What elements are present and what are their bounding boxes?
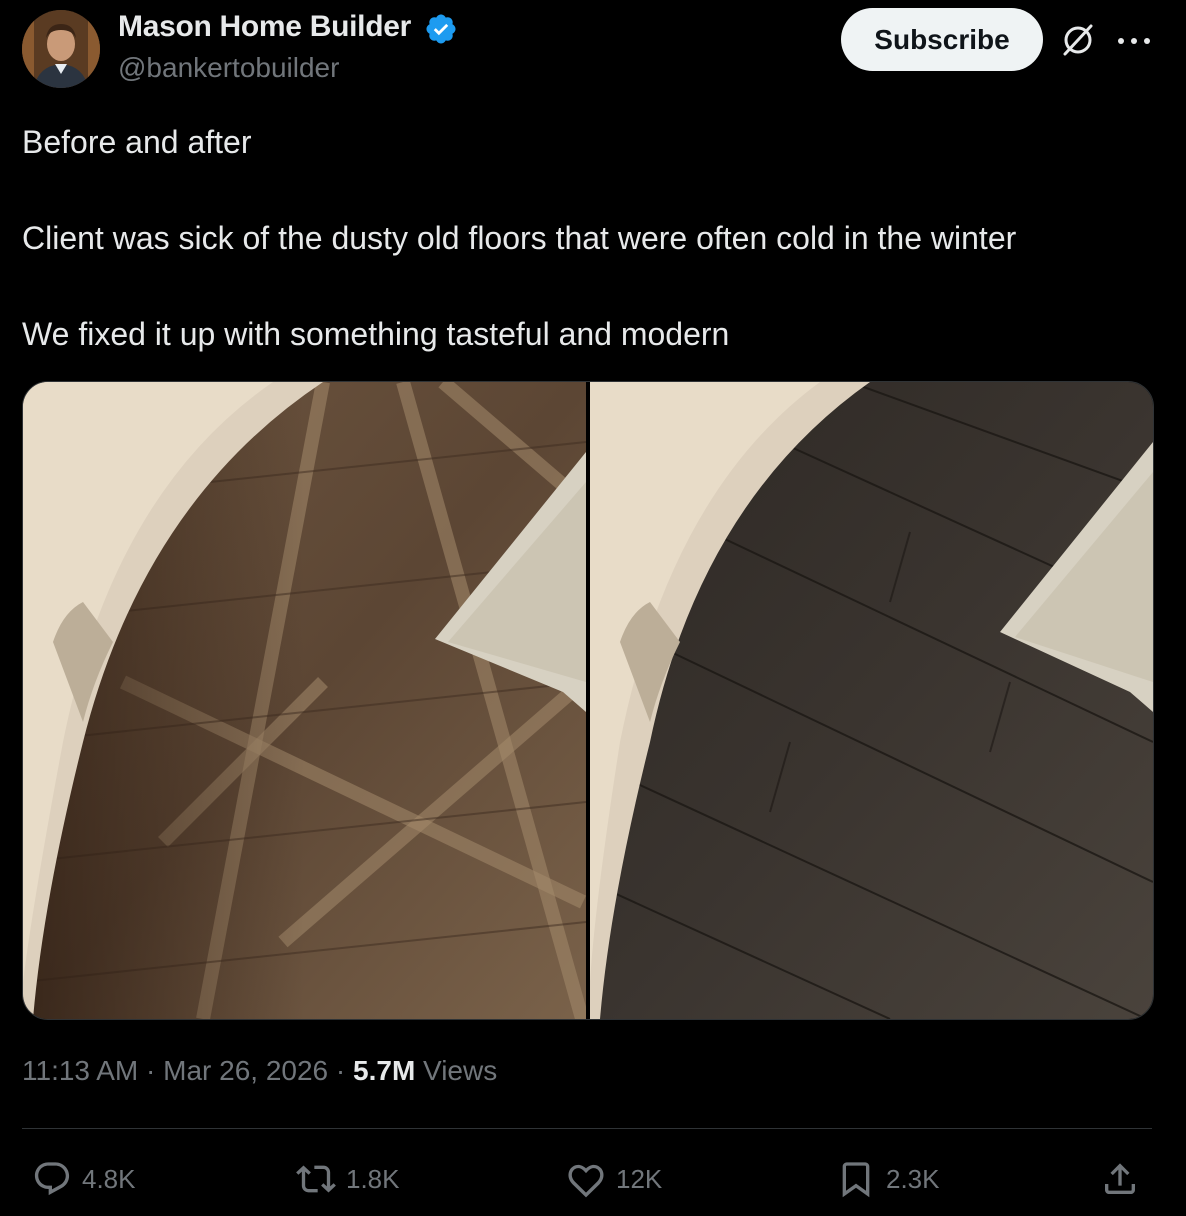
verified-badge-icon: [426, 14, 456, 44]
after-floor-photo[interactable]: [590, 382, 1153, 1019]
views-label: Views: [415, 1055, 498, 1086]
subscribe-button[interactable]: Subscribe: [841, 8, 1043, 71]
tweet-text: Before and after Client was sick of the …: [22, 118, 1162, 358]
retweet-count: 1.8K: [346, 1163, 400, 1194]
like-count: 12K: [616, 1163, 663, 1194]
reply-icon: [34, 1162, 70, 1196]
share-icon: [1105, 1163, 1135, 1194]
author-name[interactable]: Mason Home Builder: [118, 10, 411, 44]
bookmark-count: 2.3K: [886, 1163, 940, 1194]
before-floor-photo[interactable]: [23, 382, 586, 1019]
tweet-date[interactable]: Mar 26, 2026: [163, 1055, 328, 1086]
retweet-icon: [296, 1165, 336, 1193]
heart-icon: [568, 1164, 604, 1198]
bookmark-button[interactable]: 2.3K: [836, 1155, 940, 1203]
tweet-line: Client was sick of the dusty old floors …: [22, 220, 1017, 256]
views-count: 5.7M: [353, 1055, 416, 1086]
avatar[interactable]: [22, 10, 100, 88]
like-button[interactable]: 12K: [566, 1155, 662, 1203]
meta-separator: ·: [328, 1055, 354, 1086]
reply-count: 4.8K: [82, 1163, 136, 1194]
tweet-meta: 11:13 AM · Mar 26, 2026 · 5.7M Views: [22, 1055, 497, 1087]
meta-separator: ·: [138, 1055, 164, 1086]
tweet-line: We fixed it up with something tasteful a…: [22, 316, 730, 352]
media-grid: [22, 381, 1154, 1020]
bookmark-icon: [842, 1162, 870, 1198]
author-handle[interactable]: @bankertobuilder: [118, 52, 339, 84]
tweet-time[interactable]: 11:13 AM: [22, 1055, 138, 1086]
tweet-line: Before and after: [22, 124, 252, 160]
more-icon[interactable]: [1116, 36, 1152, 46]
retweet-button[interactable]: 1.8K: [296, 1155, 400, 1203]
share-button[interactable]: [1100, 1155, 1150, 1203]
grok-icon[interactable]: [1058, 20, 1098, 60]
reply-button[interactable]: 4.8K: [32, 1155, 136, 1203]
divider: [22, 1128, 1152, 1129]
